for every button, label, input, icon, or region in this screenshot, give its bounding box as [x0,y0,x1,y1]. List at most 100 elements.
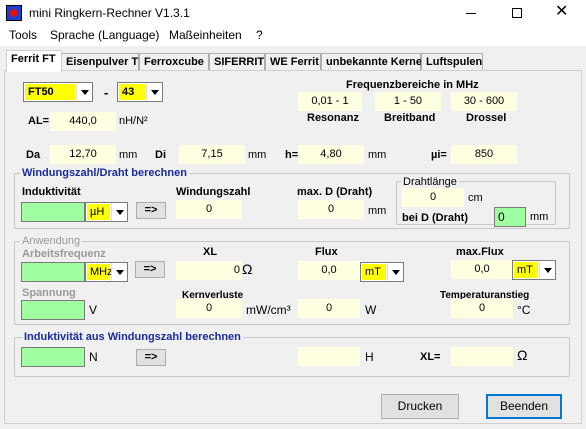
tab-we-ferrit[interactable]: WE Ferrit [265,53,321,71]
maxd-unit: mm [368,205,387,217]
chevron-down-icon [111,203,127,221]
calc-anwendung-button[interactable]: => [135,261,165,278]
xl-result-label: XL= [420,351,441,363]
drahtlaenge-value: 0 [402,188,464,207]
kernverluste-unit: mW/cm³ [246,303,291,317]
windungszahl-label: Windungszahl [176,186,251,198]
freq-header: Frequenzbereiche in MHz [346,79,479,91]
minimize-button[interactable] [448,0,494,26]
drahtlaenge-title: Drahtlänge [401,176,459,188]
core-type-select[interactable]: FT50 [23,82,93,102]
mui-label: µi= [431,149,447,161]
di-value: 7,15 [179,145,245,164]
bei-d-label: bei D (Draht) [402,212,468,224]
maxflux-value: 0,0 [451,260,513,279]
breitband-label: Breitband [384,112,436,124]
menu-units[interactable]: Maßeinheiten [169,28,242,42]
tab-unbekannte-kerne[interactable]: unbekannte Kerne [321,53,422,71]
windungszahl-input[interactable] [21,347,85,367]
flux-unit-value: mT [362,264,386,280]
ind-unit-value: µH [87,204,110,220]
h-unit: mm [368,149,387,161]
bei-d-input[interactable]: 0 [494,207,526,227]
group-induktivitaet-title: Induktivität aus Windungszahl berechnen [22,331,243,343]
freq-unit-value: MHz [87,264,113,280]
tab-ferrit-ft[interactable]: Ferrit FT [6,50,62,72]
tab-ferroxcube[interactable]: Ferroxcube [139,53,209,71]
menu-language[interactable]: Sprache (Language) [50,28,159,42]
menu-tools[interactable]: Tools [9,28,37,42]
da-label: Da [26,149,41,161]
maxflux-label: max.Flux [456,246,504,258]
henry-unit: H [365,350,374,364]
windungszahl-value: 0 [176,200,242,219]
induktivitaet-input[interactable] [21,202,85,222]
flux-value: 0,0 [298,261,360,280]
window-title: mini Ringkern-Rechner V1.3.1 [29,6,190,20]
henry-value [298,347,360,366]
ind-unit-select[interactable]: µH [85,202,128,222]
app-icon [6,5,22,21]
maxflux-unit-value: mT [514,262,538,278]
al-label: AL= [28,115,50,127]
group-anwendung-title: Anwendung [20,235,83,247]
chevron-down-icon [146,83,162,101]
material-select[interactable]: 43 [117,82,163,102]
mui-value: 850 [451,145,517,164]
xl-label: XL [203,246,218,258]
spannung-label: Spannung [22,287,76,299]
arbeitsfrequenz-label: Arbeitsfrequenz [22,248,106,260]
watt-value: 0 [298,299,360,318]
di-unit: mm [248,149,267,161]
chevron-down-icon [76,83,92,101]
menu-help[interactable]: ? [256,28,263,42]
kernverluste-value: 0 [176,299,242,318]
material-value: 43 [119,84,145,100]
quit-button[interactable]: Beenden [486,394,562,419]
da-value: 12,70 [50,145,116,164]
al-unit: nH/N² [119,115,148,127]
flux-label: Flux [315,246,338,258]
close-icon: ✕ [555,3,569,20]
chevron-down-icon [539,261,555,279]
temperaturanstieg-value: 0 [451,299,513,318]
breitband-range: 1 - 50 [375,92,441,111]
arbeitsfrequenz-input[interactable] [21,262,85,282]
close-button[interactable]: ✕ [540,0,586,26]
core-type-value: FT50 [25,84,75,100]
temperaturanstieg-unit: °C [517,303,531,317]
watt-unit: W [365,303,377,317]
resonanz-range: 0,01 - 1 [298,92,362,111]
xl-result-unit: Ω [517,347,528,363]
h-label: h= [285,149,299,161]
drahtlaenge-unit: cm [468,192,483,204]
xl-unit: Ω [242,261,253,277]
spannung-unit: V [89,303,98,317]
calc-windungszahl-button[interactable]: => [136,202,166,219]
induktivitaet-label: Induktivität [22,186,81,198]
al-value: 440,0 [50,112,116,131]
tab-eisenpulver[interactable]: Eisenpulver T [61,53,139,71]
resonanz-label: Resonanz [307,112,359,124]
spannung-input[interactable] [21,300,85,320]
tab-siferrit[interactable]: SIFERRIT [209,53,265,71]
bei-d-unit: mm [530,211,549,223]
flux-unit-select[interactable]: mT [360,262,404,282]
xl-value: 0 [176,261,242,280]
maximize-button[interactable] [494,0,540,26]
drossel-range: 30 - 600 [451,92,517,111]
da-unit: mm [119,149,138,161]
maxflux-unit-select[interactable]: mT [512,260,556,280]
n-unit: N [89,350,98,364]
xl-result-value [451,347,513,366]
print-button[interactable]: Drucken [381,394,459,419]
freq-unit-select[interactable]: MHz [85,262,128,282]
calc-induktivitaet-button[interactable]: => [136,349,166,366]
chevron-down-icon [111,263,127,281]
chevron-down-icon [387,263,403,281]
maxd-label: max. D (Draht) [297,186,373,198]
di-label: Di [155,149,166,161]
tab-luftspulen[interactable]: Luftspulen [421,53,483,71]
app-window: mini Ringkern-Rechner V1.3.1 ✕ Tools Spr… [0,0,586,429]
drossel-label: Drossel [466,112,507,124]
